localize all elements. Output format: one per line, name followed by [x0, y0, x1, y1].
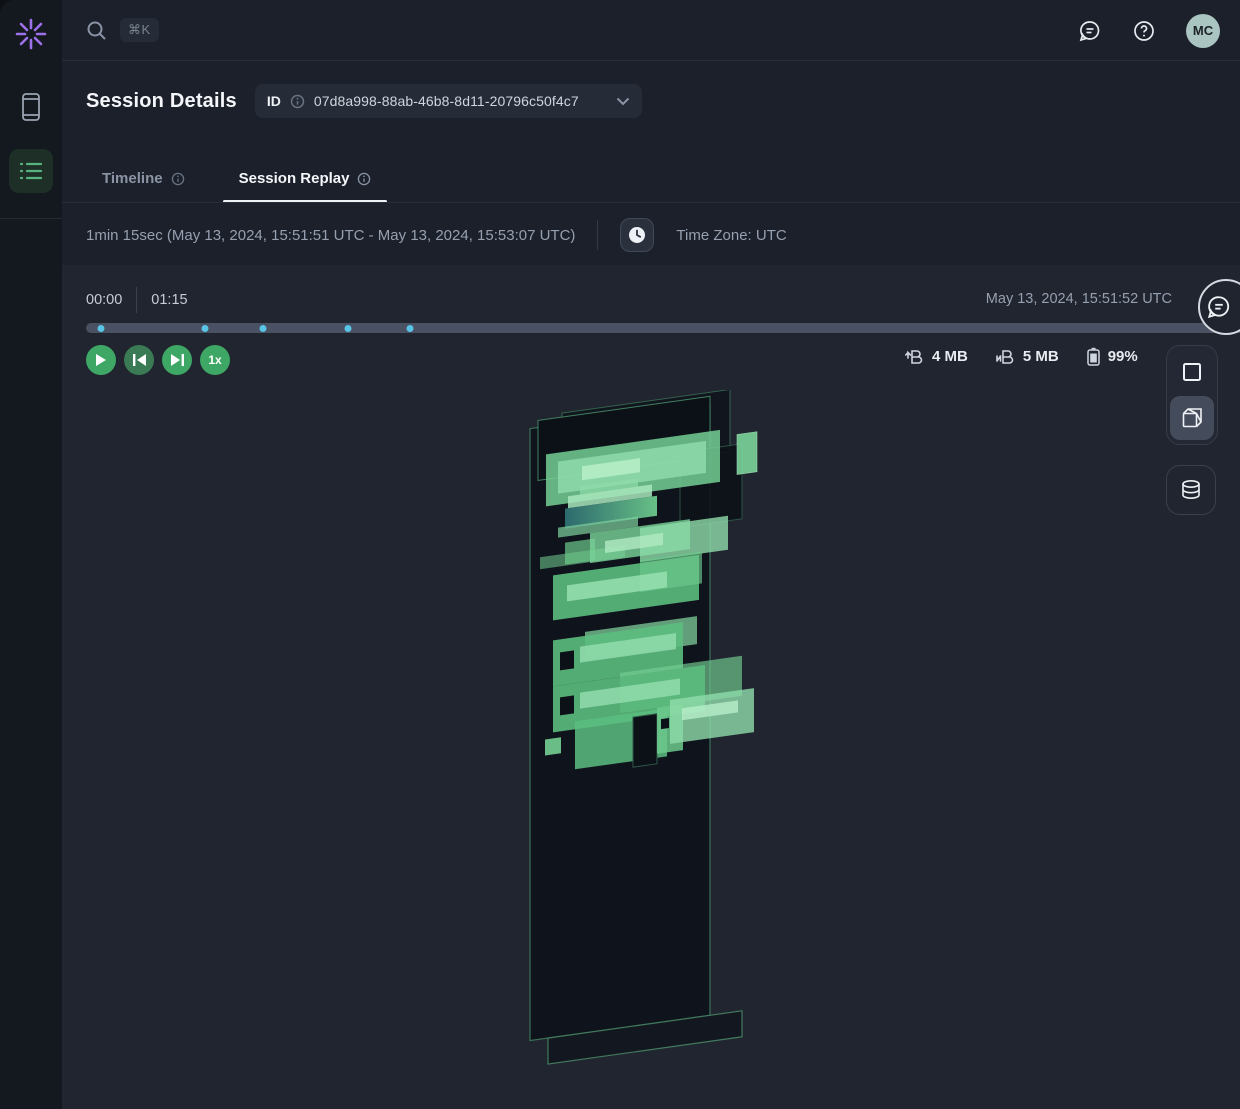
session-replay-panel: 00:00 01:15 May 13, 2024, 15:51:52 UTC 1…: [62, 265, 1240, 1109]
session-stats: 4 MB 5 MB 99%: [905, 347, 1138, 366]
info-icon: [171, 172, 185, 186]
timeline-event-marker[interactable]: [259, 325, 266, 332]
battery-value: 99%: [1108, 348, 1138, 365]
search-icon: [86, 20, 107, 41]
timeline-event-marker[interactable]: [202, 325, 209, 332]
session-info-row: 1min 15sec (May 13, 2024, 15:51:51 UTC -…: [86, 218, 787, 252]
session-details-app: ⌘K MC: [0, 0, 1240, 1109]
data-out-value: 4 MB: [932, 348, 968, 365]
timezone-button[interactable]: [620, 218, 654, 252]
tab-timeline[interactable]: Timeline: [86, 162, 201, 203]
divider: [597, 220, 598, 250]
bytes-out-icon: [905, 348, 924, 366]
id-label: ID: [267, 93, 281, 109]
skip-back-button[interactable]: [124, 345, 154, 375]
sidebar-item-sessions[interactable]: [0, 92, 62, 122]
view-3d-button[interactable]: [1170, 396, 1214, 440]
skip-forward-icon: [171, 354, 184, 366]
chat-bubble-icon: [1078, 19, 1102, 43]
square-icon: [1182, 362, 1202, 382]
database-icon: [1180, 479, 1202, 501]
bytes-in-icon: [996, 348, 1015, 366]
skip-back-icon: [133, 354, 146, 366]
tab-bar: Timeline Session Replay: [86, 162, 387, 203]
timeline-event-marker[interactable]: [345, 325, 352, 332]
page-header: Session Details ID 07d8a998-88ab-46b8-8d…: [86, 84, 642, 118]
clock-icon: [628, 226, 646, 244]
search-shortcut-badge: ⌘K: [120, 18, 159, 42]
view-2d-button[interactable]: [1170, 350, 1214, 394]
sidebar-divider: [0, 218, 62, 219]
session-duration-text: 1min 15sec (May 13, 2024, 15:51:51 UTC -…: [86, 227, 575, 244]
data-in-stat: 5 MB: [996, 348, 1059, 366]
timeline-end-label: 01:15: [151, 292, 187, 308]
play-icon: [95, 353, 107, 367]
data-in-value: 5 MB: [1023, 348, 1059, 365]
chat-bubble-icon: [1206, 294, 1232, 320]
feedback-chat-button[interactable]: [1078, 19, 1102, 43]
phone-icon: [21, 92, 41, 122]
current-timestamp-label: May 13, 2024, 15:51:52 UTC: [986, 291, 1172, 307]
help-button[interactable]: [1132, 19, 1156, 43]
session-replay-3d-scene[interactable]: [500, 390, 820, 1090]
timeline-event-marker[interactable]: [406, 325, 413, 332]
tab-timeline-label: Timeline: [102, 170, 163, 187]
sidebar-item-session-list[interactable]: [9, 149, 53, 193]
question-circle-icon: [1132, 19, 1156, 43]
skip-forward-button[interactable]: [162, 345, 192, 375]
session-id-dropdown[interactable]: ID 07d8a998-88ab-46b8-8d11-20796c50f4c7: [255, 84, 642, 118]
page-title: Session Details: [86, 90, 237, 113]
avatar-initials: MC: [1186, 14, 1220, 48]
playback-speed-button[interactable]: 1x: [200, 345, 230, 375]
info-icon: [357, 172, 371, 186]
tab-bar-divider: [62, 202, 1240, 203]
tab-session-replay-label: Session Replay: [239, 170, 350, 187]
sidebar: [0, 0, 62, 1109]
timeline-track[interactable]: [86, 323, 1240, 333]
data-layers-button[interactable]: [1166, 465, 1216, 515]
chevron-down-icon: [616, 97, 630, 106]
info-icon: [290, 94, 305, 109]
timezone-label: Time Zone: UTC: [676, 227, 786, 244]
battery-icon: [1087, 347, 1100, 366]
global-search[interactable]: ⌘K: [86, 18, 159, 42]
divider: [136, 287, 137, 313]
tab-session-replay[interactable]: Session Replay: [223, 162, 388, 203]
battery-stat: 99%: [1087, 347, 1138, 366]
cube-icon: [1181, 407, 1203, 429]
timeline-labels: 00:00 01:15: [86, 287, 188, 313]
app-logo-icon[interactable]: [13, 16, 49, 52]
play-button[interactable]: [86, 345, 116, 375]
list-icon: [19, 160, 43, 182]
view-mode-toggle: [1166, 345, 1218, 445]
timeline-event-marker[interactable]: [98, 325, 105, 332]
session-id-value: 07d8a998-88ab-46b8-8d11-20796c50f4c7: [314, 93, 579, 109]
timeline-start-label: 00:00: [86, 292, 122, 308]
topbar: ⌘K MC: [62, 0, 1240, 61]
data-out-stat: 4 MB: [905, 348, 968, 366]
user-avatar[interactable]: MC: [1186, 14, 1220, 48]
main-area: ⌘K MC: [62, 0, 1240, 1109]
playback-controls: 1x: [86, 345, 230, 375]
